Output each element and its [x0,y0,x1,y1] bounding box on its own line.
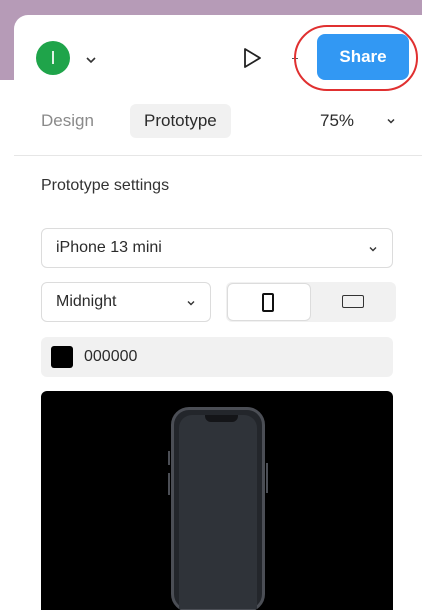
orientation-portrait-button[interactable] [227,283,311,321]
model-value: Midnight [56,293,117,310]
zoom-value: 75% [320,111,355,130]
header-divider [14,155,422,156]
user-avatar[interactable]: I [36,41,70,75]
phone-side-button [168,451,170,465]
tab-design[interactable]: Design [41,104,94,138]
background-color-field[interactable]: 000000 [41,337,393,377]
device-value: iPhone 13 mini [56,239,162,256]
zoom-control[interactable]: 75% [320,104,395,138]
tab-prototype[interactable]: Prototype [130,104,231,138]
section-title: Prototype settings [41,177,170,194]
panel-header: I Share [14,15,422,101]
device-preview [41,391,393,610]
phone-side-button [266,463,268,493]
landscape-icon[interactable] [342,295,364,308]
canvas-edge [0,80,14,610]
highlight-ring [294,25,418,91]
phone-notch [205,415,238,422]
avatar-caret-icon[interactable] [85,54,97,66]
orientation-toggle [226,282,396,322]
color-hex-value[interactable]: 000000 [84,337,137,377]
phone-mockup [171,407,265,610]
prototype-panel: I Share Design Prototype 75% Prototype s… [14,15,422,610]
zoom-caret-icon[interactable] [386,116,396,126]
color-swatch[interactable] [51,346,73,368]
phone-side-button [168,473,170,495]
phone-screen [179,415,257,609]
model-select[interactable]: Midnight [41,282,211,322]
select-chevron-icon [369,247,377,252]
play-icon[interactable] [241,46,263,70]
portrait-icon [262,293,274,312]
device-select[interactable]: iPhone 13 mini [41,228,393,268]
select-chevron-icon [187,301,195,306]
